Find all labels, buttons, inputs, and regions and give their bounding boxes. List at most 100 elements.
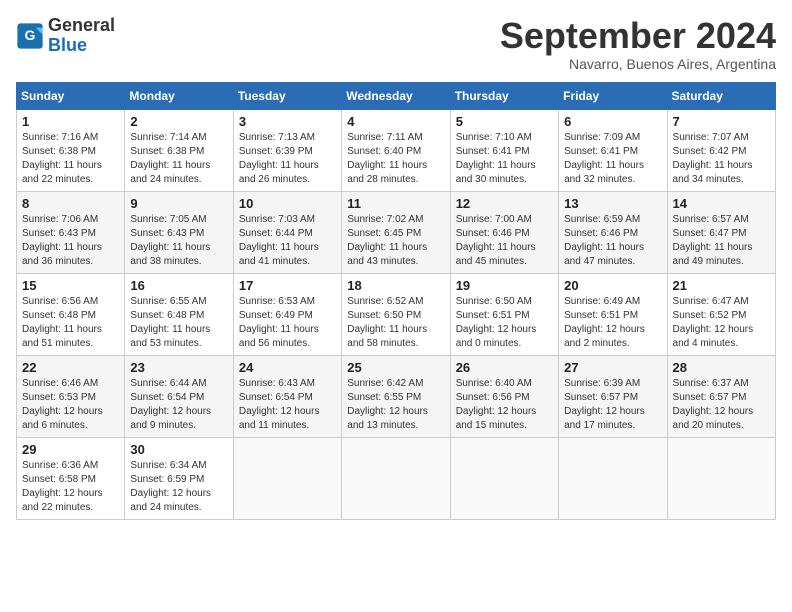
day-number: 14	[673, 196, 770, 211]
day-info: Sunrise: 6:47 AM Sunset: 6:52 PM Dayligh…	[673, 295, 770, 351]
calendar-cell-21: 21 Sunrise: 6:47 AM Sunset: 6:52 PM Dayli…	[667, 273, 775, 355]
logo: G General Blue	[16, 16, 115, 56]
calendar-cell-empty	[667, 437, 775, 519]
calendar-cell-15: 15Sunrise: 6:56 AM Sunset: 6:48 PM Dayli…	[17, 273, 125, 355]
calendar-header-friday: Friday	[559, 82, 667, 109]
calendar-cell-4: 4Sunrise: 7:11 AM Sunset: 6:40 PM Daylig…	[342, 109, 450, 191]
calendar-week-4: 22 Sunrise: 6:46 AM Sunset: 6:53 PM Dayli…	[17, 355, 776, 437]
calendar-cell-empty	[450, 437, 558, 519]
day-number: 11	[347, 196, 444, 211]
calendar-week-2: 8 Sunrise: 7:06 AM Sunset: 6:43 PM Daylig…	[17, 191, 776, 273]
day-number: 20	[564, 278, 661, 293]
day-number: 22	[22, 360, 119, 375]
day-number: 7	[673, 114, 770, 129]
day-info: Sunrise: 7:00 AM Sunset: 6:46 PM Dayligh…	[456, 213, 553, 269]
day-info: Sunrise: 7:14 AM Sunset: 6:38 PM Dayligh…	[130, 131, 227, 187]
calendar-cell-18: 18 Sunrise: 6:52 AM Sunset: 6:50 PM Dayli…	[342, 273, 450, 355]
calendar-cell-empty	[233, 437, 341, 519]
day-info: Sunrise: 6:43 AM Sunset: 6:54 PM Dayligh…	[239, 377, 336, 433]
day-number: 10	[239, 196, 336, 211]
calendar-cell-17: 17 Sunrise: 6:53 AM Sunset: 6:49 PM Dayli…	[233, 273, 341, 355]
calendar-cell-6: 6 Sunrise: 7:09 AM Sunset: 6:41 PM Daylig…	[559, 109, 667, 191]
calendar-cell-23: 23 Sunrise: 6:44 AM Sunset: 6:54 PM Dayli…	[125, 355, 233, 437]
calendar-cell-27: 27Sunrise: 6:39 AM Sunset: 6:57 PM Dayli…	[559, 355, 667, 437]
calendar-cell-28: 28 Sunrise: 6:37 AM Sunset: 6:57 PM Dayli…	[667, 355, 775, 437]
day-info: Sunrise: 6:37 AM Sunset: 6:57 PM Dayligh…	[673, 377, 770, 433]
day-info: Sunrise: 6:53 AM Sunset: 6:49 PM Dayligh…	[239, 295, 336, 351]
logo-general-text: General	[48, 15, 115, 35]
day-number: 16	[130, 278, 227, 293]
day-number: 17	[239, 278, 336, 293]
day-info: Sunrise: 6:56 AM Sunset: 6:48 PM Dayligh…	[22, 295, 119, 351]
day-number: 2	[130, 114, 227, 129]
day-number: 3	[239, 114, 336, 129]
day-info: Sunrise: 7:11 AM Sunset: 6:40 PM Dayligh…	[347, 131, 444, 187]
calendar-week-5: 29Sunrise: 6:36 AM Sunset: 6:58 PM Dayli…	[17, 437, 776, 519]
calendar-cell-9: 9 Sunrise: 7:05 AM Sunset: 6:43 PM Daylig…	[125, 191, 233, 273]
calendar-cell-2: 2 Sunrise: 7:14 AM Sunset: 6:38 PM Daylig…	[125, 109, 233, 191]
calendar-cell-25: 25 Sunrise: 6:42 AM Sunset: 6:55 PM Dayli…	[342, 355, 450, 437]
calendar-cell-10: 10 Sunrise: 7:03 AM Sunset: 6:44 PM Dayli…	[233, 191, 341, 273]
calendar-cell-13: 13 Sunrise: 6:59 AM Sunset: 6:46 PM Dayli…	[559, 191, 667, 273]
calendar-cell-7: 7 Sunrise: 7:07 AM Sunset: 6:42 PM Daylig…	[667, 109, 775, 191]
day-number: 21	[673, 278, 770, 293]
calendar-cell-empty	[559, 437, 667, 519]
day-info: Sunrise: 6:55 AM Sunset: 6:48 PM Dayligh…	[130, 295, 227, 351]
day-info: Sunrise: 7:05 AM Sunset: 6:43 PM Dayligh…	[130, 213, 227, 269]
title-area: September 2024 Navarro, Buenos Aires, Ar…	[500, 16, 776, 72]
day-info: Sunrise: 6:42 AM Sunset: 6:55 PM Dayligh…	[347, 377, 444, 433]
day-info: Sunrise: 7:06 AM Sunset: 6:43 PM Dayligh…	[22, 213, 119, 269]
svg-text:G: G	[25, 27, 36, 43]
day-info: Sunrise: 6:52 AM Sunset: 6:50 PM Dayligh…	[347, 295, 444, 351]
day-info: Sunrise: 7:03 AM Sunset: 6:44 PM Dayligh…	[239, 213, 336, 269]
day-number: 24	[239, 360, 336, 375]
day-info: Sunrise: 6:34 AM Sunset: 6:59 PM Dayligh…	[130, 459, 227, 515]
calendar-cell-19: 19Sunrise: 6:50 AM Sunset: 6:51 PM Dayli…	[450, 273, 558, 355]
day-info: Sunrise: 7:07 AM Sunset: 6:42 PM Dayligh…	[673, 131, 770, 187]
calendar-table: SundayMondayTuesdayWednesdayThursdayFrid…	[16, 82, 776, 520]
calendar-cell-16: 16 Sunrise: 6:55 AM Sunset: 6:48 PM Dayli…	[125, 273, 233, 355]
day-number: 9	[130, 196, 227, 211]
day-info: Sunrise: 6:59 AM Sunset: 6:46 PM Dayligh…	[564, 213, 661, 269]
calendar-cell-20: 20 Sunrise: 6:49 AM Sunset: 6:51 PM Dayli…	[559, 273, 667, 355]
calendar-cell-1: 1 Sunrise: 7:16 AM Sunset: 6:38 PM Daylig…	[17, 109, 125, 191]
day-number: 18	[347, 278, 444, 293]
day-info: Sunrise: 6:57 AM Sunset: 6:47 PM Dayligh…	[673, 213, 770, 269]
day-number: 13	[564, 196, 661, 211]
day-info: Sunrise: 7:16 AM Sunset: 6:38 PM Dayligh…	[22, 131, 119, 187]
calendar-header-row: SundayMondayTuesdayWednesdayThursdayFrid…	[17, 82, 776, 109]
day-info: Sunrise: 6:49 AM Sunset: 6:51 PM Dayligh…	[564, 295, 661, 351]
day-number: 23	[130, 360, 227, 375]
day-number: 6	[564, 114, 661, 129]
calendar-header-saturday: Saturday	[667, 82, 775, 109]
day-number: 25	[347, 360, 444, 375]
day-info: Sunrise: 7:09 AM Sunset: 6:41 PM Dayligh…	[564, 131, 661, 187]
month-title: September 2024	[500, 16, 776, 56]
calendar-week-3: 15Sunrise: 6:56 AM Sunset: 6:48 PM Dayli…	[17, 273, 776, 355]
calendar-cell-8: 8 Sunrise: 7:06 AM Sunset: 6:43 PM Daylig…	[17, 191, 125, 273]
page-header: G General Blue September 2024 Navarro, B…	[16, 16, 776, 72]
day-info: Sunrise: 6:39 AM Sunset: 6:57 PM Dayligh…	[564, 377, 661, 433]
calendar-header-monday: Monday	[125, 82, 233, 109]
day-number: 26	[456, 360, 553, 375]
calendar-cell-empty	[342, 437, 450, 519]
day-number: 28	[673, 360, 770, 375]
calendar-cell-12: 12Sunrise: 7:00 AM Sunset: 6:46 PM Dayli…	[450, 191, 558, 273]
day-number: 5	[456, 114, 553, 129]
logo-blue-text: Blue	[48, 35, 87, 55]
calendar-cell-30: 30 Sunrise: 6:34 AM Sunset: 6:59 PM Dayli…	[125, 437, 233, 519]
day-info: Sunrise: 6:44 AM Sunset: 6:54 PM Dayligh…	[130, 377, 227, 433]
calendar-cell-5: 5 Sunrise: 7:10 AM Sunset: 6:41 PM Daylig…	[450, 109, 558, 191]
day-number: 8	[22, 196, 119, 211]
calendar-header-thursday: Thursday	[450, 82, 558, 109]
calendar-header-wednesday: Wednesday	[342, 82, 450, 109]
day-number: 30	[130, 442, 227, 457]
day-info: Sunrise: 7:10 AM Sunset: 6:41 PM Dayligh…	[456, 131, 553, 187]
day-number: 1	[22, 114, 119, 129]
day-info: Sunrise: 6:46 AM Sunset: 6:53 PM Dayligh…	[22, 377, 119, 433]
calendar-cell-29: 29Sunrise: 6:36 AM Sunset: 6:58 PM Dayli…	[17, 437, 125, 519]
calendar-cell-24: 24 Sunrise: 6:43 AM Sunset: 6:54 PM Dayli…	[233, 355, 341, 437]
day-number: 19	[456, 278, 553, 293]
day-info: Sunrise: 7:02 AM Sunset: 6:45 PM Dayligh…	[347, 213, 444, 269]
day-info: Sunrise: 6:36 AM Sunset: 6:58 PM Dayligh…	[22, 459, 119, 515]
